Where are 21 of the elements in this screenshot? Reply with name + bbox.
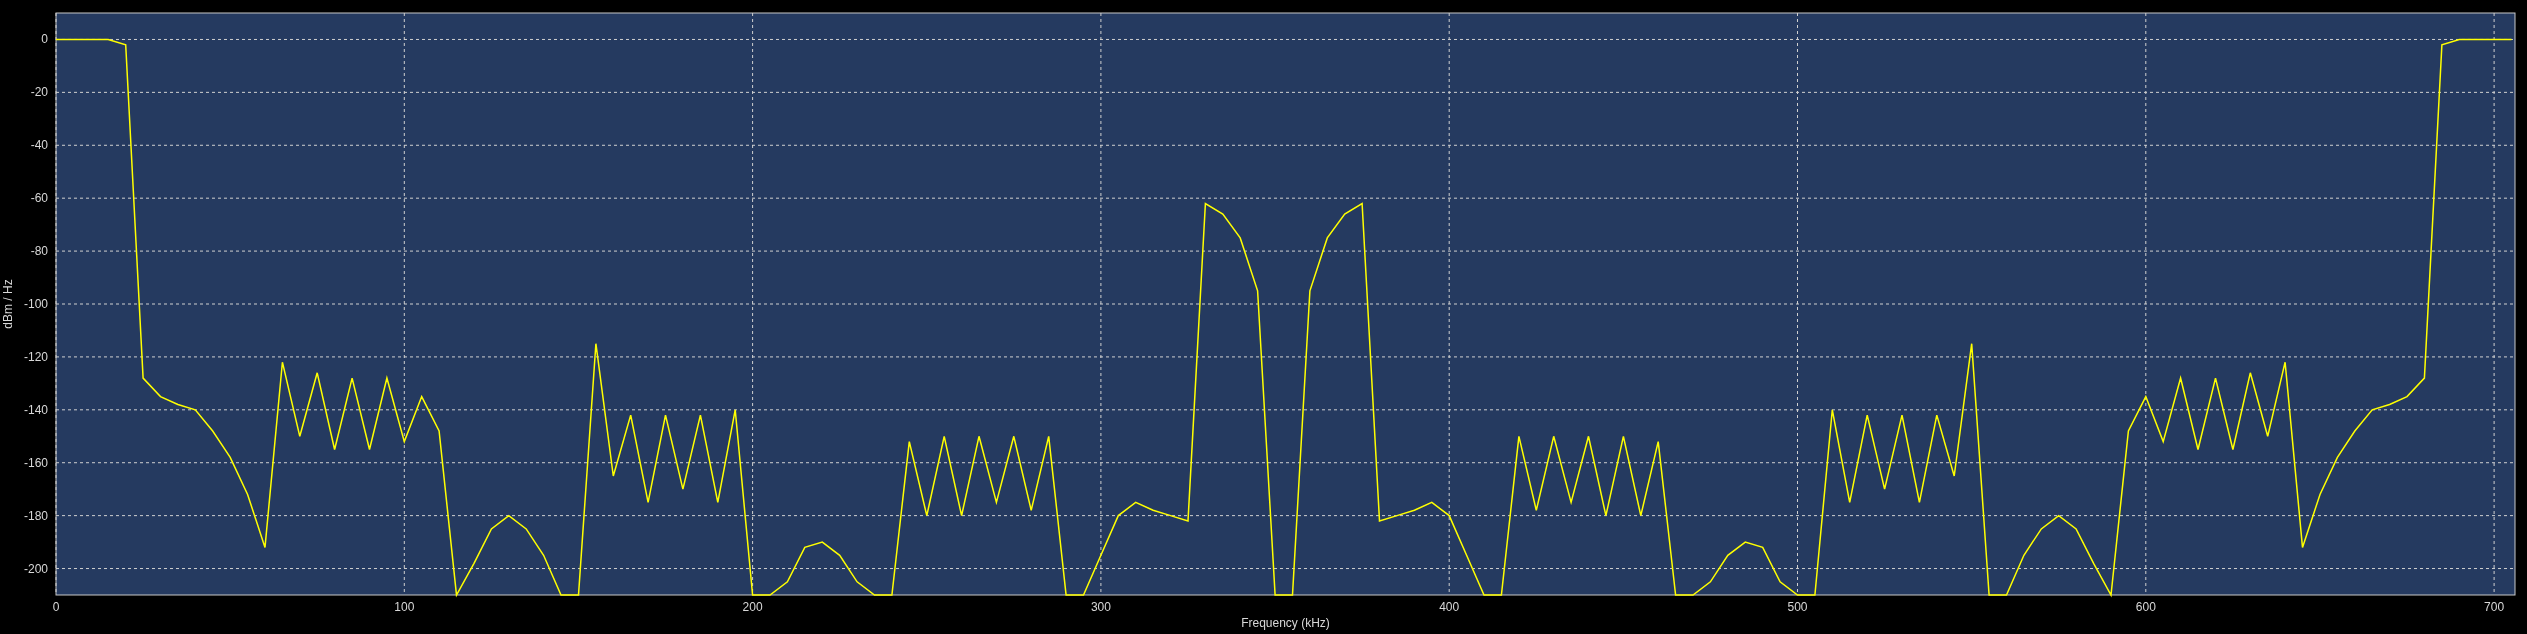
axis-tick-label: 500 — [1787, 600, 1808, 614]
axis-tick-label: -180 — [23, 508, 48, 523]
axis-tick-label: 600 — [2135, 600, 2156, 614]
axis-tick-label: 0 — [41, 32, 48, 47]
axis-tick-label: 200 — [742, 600, 763, 614]
y-axis-title: dBm / Hz — [1, 279, 15, 329]
axis-tick-label: 700 — [2484, 600, 2505, 614]
axis-tick-label: 300 — [1090, 600, 1111, 614]
axis-tick-label: 400 — [1439, 600, 1460, 614]
x-axis-title: Frequency (kHz) — [1241, 616, 1330, 630]
axis-tick-label: -120 — [23, 349, 48, 364]
axis-tick-label: -80 — [30, 244, 48, 259]
axis-tick-label: -60 — [30, 191, 48, 206]
axis-tick-label: -200 — [23, 561, 48, 576]
axis-tick-label: 100 — [394, 600, 415, 614]
axis-tick-label: -160 — [23, 455, 48, 470]
axis-tick-label: -100 — [23, 297, 48, 311]
axis-tick-label: -20 — [30, 85, 48, 100]
axis-tick-label: 0 — [52, 600, 60, 614]
axis-tick-label: -40 — [30, 138, 48, 153]
axis-tick-label: -140 — [23, 402, 48, 417]
